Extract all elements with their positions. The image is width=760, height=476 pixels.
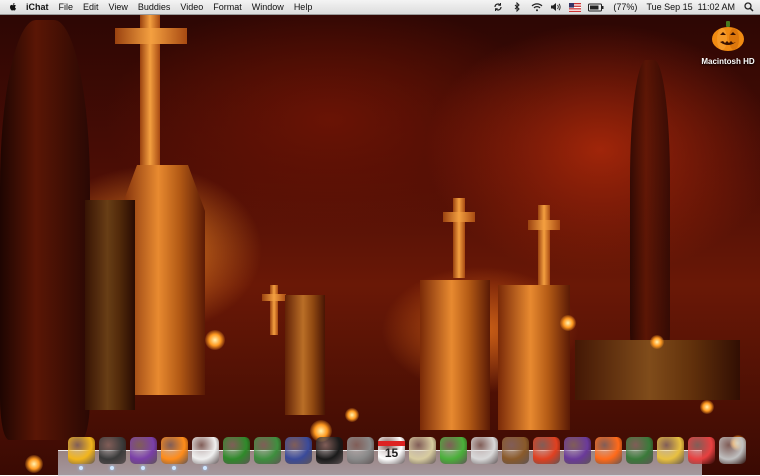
cross-middle-2-arm [528,220,560,230]
candle-glow [205,330,225,350]
wifi-icon[interactable] [531,2,543,12]
cross-middle-1-arm [443,212,475,222]
menu-bar: iChat File Edit View Buddies Video Forma… [0,0,760,15]
menu-view[interactable]: View [109,0,128,14]
menu-clock[interactable]: Tue Sep 15 11:02 AM [646,0,735,14]
macintosh-hd-label: Macintosh HD [701,57,755,66]
candle-glow [560,315,576,331]
tomb-right-low [575,340,740,400]
dashboard-icon[interactable] [99,437,126,470]
candle-icon[interactable] [533,437,560,464]
black-cat-icon[interactable] [316,437,343,464]
desktop-wallpaper [0,0,760,475]
tomb-middle-2 [498,285,570,430]
pumpkin-drive-icon [711,21,745,56]
treasure-chest-icon[interactable] [657,437,684,464]
frankenstein-icon[interactable] [440,437,467,464]
tree-trunk-right [630,60,670,360]
menu-extras: (77%) Tue Sep 15 11:02 AM [493,0,754,14]
menu-buddies[interactable]: Buddies [138,0,171,14]
cross-small [270,285,278,335]
haunted-house-icon[interactable] [285,437,312,464]
mummy-icon[interactable] [409,437,436,464]
running-indicator [110,466,114,470]
candle-glow [700,400,714,414]
running-indicator [141,466,145,470]
volume-icon[interactable] [550,2,562,12]
pumpkin-ghost-icon[interactable] [130,437,157,470]
cauldron-icon[interactable] [223,437,250,464]
running-indicator [79,466,83,470]
potion-icon[interactable] [688,437,715,464]
monument-dark-pillar [85,200,135,410]
menu-window[interactable]: Window [252,0,284,14]
witch-hat-icon[interactable] [502,437,529,464]
candy-corn-icon[interactable] [595,437,622,464]
trash-icon[interactable] [719,437,746,464]
calendar-icon[interactable]: 15 [378,437,405,464]
dock: 15 [68,437,746,470]
candle-glow [650,335,664,349]
battery-percentage[interactable]: (77%) [613,0,637,14]
tree-trunk-left [0,20,90,440]
scream-mask-icon[interactable] [192,437,219,470]
sync-icon[interactable] [493,2,503,12]
photo-frame-icon[interactable] [626,437,653,464]
apple-logo-icon[interactable] [8,2,18,12]
running-indicator [172,466,176,470]
finder-icon[interactable] [68,437,95,470]
menu-app-name[interactable]: iChat [26,0,49,14]
menu-video[interactable]: Video [180,0,203,14]
cross-middle-1 [453,198,465,278]
menu-file[interactable]: File [59,0,74,14]
spellbook-icon[interactable] [254,437,281,464]
calendar-date: 15 [378,441,405,460]
candle-glow [25,455,43,473]
running-indicator [203,466,207,470]
cross-middle-2 [538,205,550,285]
skull-plate-icon[interactable] [471,437,498,464]
candle-glow [345,408,359,422]
bluetooth-icon[interactable] [512,1,522,13]
menu-edit[interactable]: Edit [83,0,99,14]
menu-format[interactable]: Format [213,0,242,14]
tomb-small [285,295,325,415]
tombstone-icon[interactable] [347,437,374,464]
us-flag-icon[interactable] [569,2,582,12]
spotlight-search-icon[interactable] [744,2,754,12]
tomb-middle-1 [420,280,490,430]
cross-monument-arm [115,28,187,44]
pumpkin-icon[interactable] [161,437,188,470]
menu-help[interactable]: Help [294,0,313,14]
macintosh-hd-desktop-icon[interactable]: Macintosh HD [700,20,756,66]
battery-icon[interactable] [588,2,604,12]
cross-small-arm [262,294,286,301]
bat-icon[interactable] [564,437,591,464]
